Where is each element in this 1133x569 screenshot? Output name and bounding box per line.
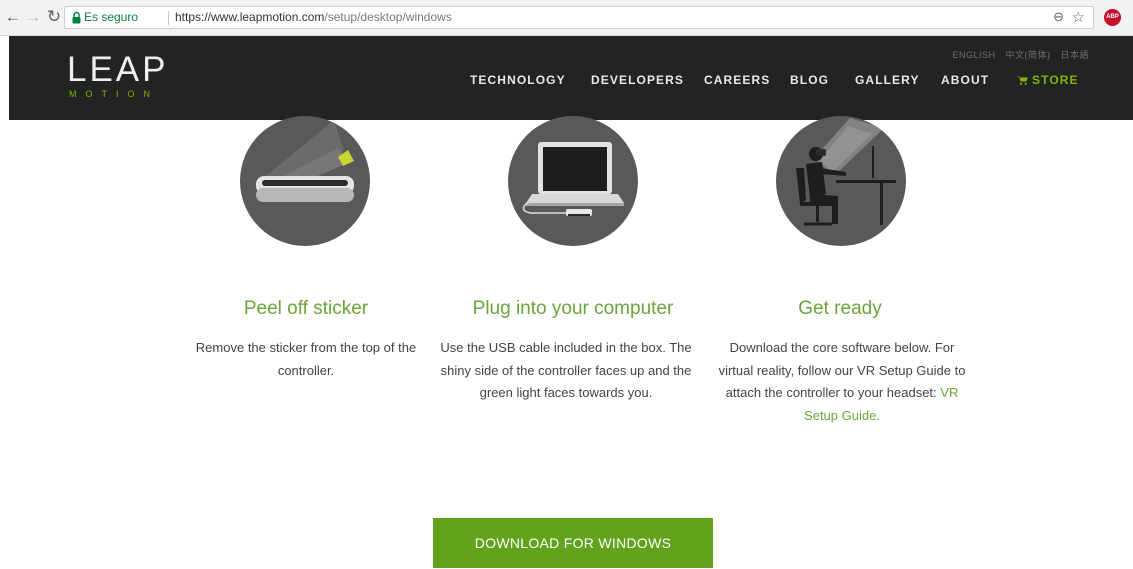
logo-secondary-text: MOTION: [69, 89, 159, 99]
back-arrow-icon[interactable]: ←: [3, 6, 23, 28]
nav-developers[interactable]: DEVELOPERS: [591, 73, 684, 87]
download-for-windows-button[interactable]: DOWNLOAD FOR WINDOWS: [433, 518, 713, 568]
step-title-get-ready: Get ready: [798, 298, 882, 319]
address-bar[interactable]: Es seguro https://www.leapmotion.com/set…: [64, 6, 1094, 29]
nav-about[interactable]: ABOUT: [941, 73, 989, 87]
browser-toolbar: ← → ↻ Es seguro https://www.leapmotion.c…: [0, 0, 1133, 36]
vr-setup-illustration: [776, 116, 906, 246]
step-title-peel-sticker: Peel off sticker: [243, 298, 369, 319]
address-separator: [168, 11, 169, 25]
logo-primary-text: LEAP: [67, 50, 169, 89]
lock-icon: [72, 11, 81, 24]
step-text-get-ready: Download the core software below. For vi…: [716, 337, 968, 427]
zoom-icon[interactable]: ⊖: [1053, 9, 1064, 25]
step-text-peel-sticker: Remove the sticker from the top of the c…: [195, 340, 417, 378]
step-text-plug-computer: Use the USB cable included in the box. T…: [440, 340, 692, 400]
forward-arrow-icon[interactable]: →: [23, 6, 43, 28]
nav-store[interactable]: STORE: [1017, 73, 1079, 87]
plug-computer-illustration: [508, 116, 638, 246]
nav-gallery[interactable]: GALLERY: [855, 73, 920, 87]
nav-technology[interactable]: TECHNOLOGY: [470, 73, 566, 87]
leap-motion-logo[interactable]: LEAP MOTION: [67, 50, 169, 100]
url-text[interactable]: https://www.leapmotion.com/setup/desktop…: [175, 10, 452, 24]
lang-chinese[interactable]: 中文(简体): [1005, 50, 1050, 60]
nav-store-label: STORE: [1032, 73, 1079, 87]
url-path: /setup/desktop/windows: [324, 10, 452, 24]
site-header: LEAP MOTION ENGLISH 中文(简体) 日本語 TECHNOLOG…: [9, 36, 1133, 120]
lang-english[interactable]: ENGLISH: [952, 50, 995, 60]
bookmark-star-icon[interactable]: ☆: [1072, 8, 1085, 26]
lang-japanese[interactable]: 日本語: [1060, 50, 1089, 60]
step-title-plug-computer: Plug into your computer: [472, 298, 674, 319]
cart-icon: [1017, 76, 1028, 85]
peel-sticker-illustration: [240, 116, 370, 246]
language-selector: ENGLISH 中文(简体) 日本語: [945, 48, 1089, 61]
url-host: https://www.leapmotion.com: [175, 10, 325, 24]
secure-label: Es seguro: [84, 10, 139, 24]
adblock-extension-icon[interactable]: ABP: [1104, 9, 1121, 26]
reload-icon[interactable]: ↻: [44, 6, 64, 28]
nav-careers[interactable]: CAREERS: [704, 73, 770, 87]
step-text-get-ready-body: Download the core software below. For vi…: [718, 340, 966, 400]
nav-blog[interactable]: BLOG: [790, 73, 829, 87]
